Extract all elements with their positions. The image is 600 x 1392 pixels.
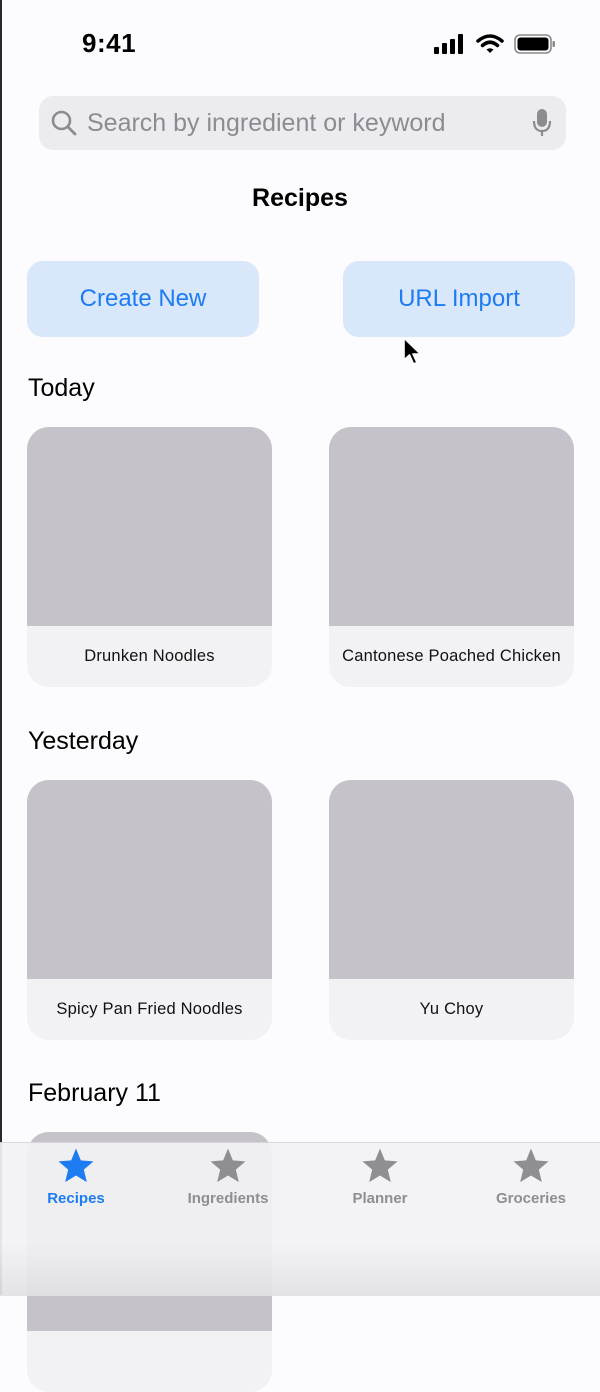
microphone-icon[interactable]	[532, 108, 552, 138]
recipe-name: Drunken Noodles	[84, 647, 215, 665]
recipe-name: Spicy Pan Fried Noodles	[56, 1000, 243, 1018]
recipe-card[interactable]: Drunken Noodles	[27, 427, 272, 687]
search-bar[interactable]	[39, 96, 566, 150]
mouse-pointer-icon	[403, 337, 422, 365]
battery-icon	[514, 34, 555, 54]
recipe-thumbnail	[329, 427, 574, 626]
tab-label: Groceries	[495, 1190, 567, 1207]
tab-label: Recipes	[47, 1190, 105, 1207]
wifi-icon	[476, 34, 504, 53]
tab-planner[interactable]: Planner	[310, 1146, 450, 1226]
star-icon	[58, 1148, 94, 1183]
recipe-card[interactable]: Yu Choy	[329, 780, 574, 1040]
create-new-button[interactable]: Create New	[27, 261, 259, 337]
recipe-name: Cantonese Poached Chicken	[342, 647, 561, 665]
recipe-card[interactable]: Cantonese Poached Chicken	[329, 427, 574, 687]
recipe-thumbnail	[329, 780, 574, 979]
section-title-february-11: February 11	[28, 1079, 161, 1107]
tab-recipes[interactable]: Recipes	[6, 1146, 146, 1226]
status-icons	[434, 34, 556, 54]
search-input[interactable]	[85, 107, 532, 139]
recipe-thumbnail	[27, 780, 272, 979]
tab-label: Ingredients	[187, 1190, 269, 1207]
cellular-signal-icon	[434, 34, 463, 54]
search-icon	[51, 110, 77, 136]
status-time: 9:41	[82, 28, 137, 58]
star-icon	[513, 1148, 549, 1183]
tab-ingredients[interactable]: Ingredients	[158, 1146, 298, 1226]
recipe-card[interactable]: Spicy Pan Fried Noodles	[27, 780, 272, 1040]
recipe-thumbnail	[27, 427, 272, 626]
page-title: Recipes	[252, 184, 348, 212]
tab-groceries[interactable]: Groceries	[461, 1146, 600, 1226]
section-title-today: Today	[28, 374, 95, 402]
section-title-yesterday: Yesterday	[28, 727, 139, 755]
tab-label: Planner	[352, 1190, 408, 1207]
recipe-name	[27, 1331, 272, 1392]
url-import-button[interactable]: URL Import	[343, 261, 575, 337]
star-icon	[210, 1148, 246, 1183]
recipe-name: Yu Choy	[419, 1000, 484, 1018]
star-icon	[362, 1148, 398, 1183]
